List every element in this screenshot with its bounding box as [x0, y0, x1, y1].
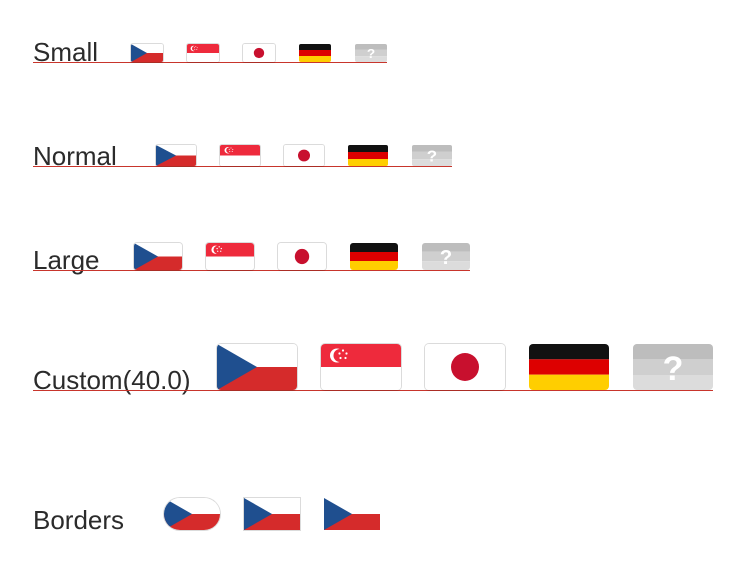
flag-jp-icon: [284, 145, 324, 166]
row-underline: [33, 390, 713, 391]
flag-jp-icon: [243, 44, 275, 62]
flag-unknown-icon: ?: [412, 145, 452, 166]
flag-sg-icon: [321, 344, 401, 390]
flag-de-icon: [348, 145, 388, 166]
flag-sg-icon: [206, 243, 254, 270]
unknown-glyph: ?: [440, 247, 452, 269]
flag-cz-icon: [134, 243, 182, 270]
flag-cz-icon: [244, 498, 300, 530]
unknown-glyph: ?: [367, 46, 375, 61]
row-label: Normal: [33, 141, 117, 171]
row-underline: [33, 166, 452, 167]
flag-de-icon: [529, 344, 609, 390]
unknown-glyph: ?: [427, 148, 437, 165]
row-label: Custom(40.0): [33, 365, 191, 395]
row-label: Small: [33, 37, 99, 67]
flag-unknown-icon: ?: [355, 44, 387, 62]
flag-jp-icon: [425, 344, 505, 390]
flag-de-icon: [299, 44, 331, 62]
unknown-glyph: ?: [663, 350, 684, 388]
row-underline: [33, 270, 470, 271]
flag-unknown-icon: ?: [633, 344, 713, 390]
row-label: Borders: [33, 505, 125, 535]
flag-cz-icon: [156, 145, 196, 166]
row-underline: [33, 62, 387, 63]
flag-sg-icon: [220, 145, 260, 166]
flag-unknown-icon: ?: [422, 243, 470, 270]
flag-cz-icon: [324, 498, 380, 530]
flag-sg-icon: [187, 44, 219, 62]
flag-cz-icon: [164, 498, 220, 530]
flag-cz-icon: [131, 44, 163, 62]
flag-de-icon: [350, 243, 398, 270]
row-label: Large: [33, 245, 100, 275]
flag-jp-icon: [278, 243, 326, 270]
flag-cz-icon: [217, 344, 297, 390]
